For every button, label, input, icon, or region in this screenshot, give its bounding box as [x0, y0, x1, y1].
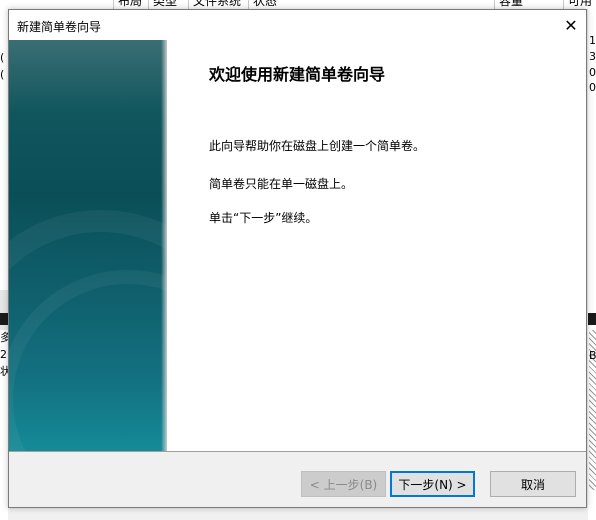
- column-layout: 布局: [113, 0, 142, 9]
- wizard-heading: 欢迎使用新建简单卷向导: [209, 65, 386, 84]
- new-simple-volume-wizard: 新建简单卷向导 ✕ 欢迎使用新建简单卷向导 此向导帮助你在磁盘上创建一个简单卷。…: [8, 9, 587, 508]
- column-status: 状态: [248, 0, 277, 9]
- column-type: 类型: [148, 0, 177, 9]
- next-button[interactable]: 下一步(N) >: [390, 471, 475, 497]
- dialog-titlebar[interactable]: 新建简单卷向导 ✕: [9, 10, 586, 40]
- column-capacity: 容量: [494, 0, 523, 9]
- wizard-banner-image: [9, 40, 167, 451]
- column-free: 可用: [563, 0, 592, 9]
- wizard-content: 欢迎使用新建简单卷向导 此向导帮助你在磁盘上创建一个简单卷。 简单卷只能在单一磁…: [9, 40, 586, 451]
- bg-fragment: 1: [589, 34, 596, 47]
- wizard-continue-text: 单击“下一步”继续。: [209, 211, 318, 225]
- dialog-title: 新建简单卷向导: [17, 20, 102, 34]
- bg-fragment: (: [0, 51, 5, 64]
- background-disk-band-right: [588, 313, 596, 325]
- back-button[interactable]: < 上一步(B): [301, 471, 386, 497]
- background-left-edge: [0, 9, 8, 520]
- bg-fragment: (: [0, 68, 5, 81]
- bg-fragment: B: [589, 349, 596, 362]
- wizard-intro-text: 此向导帮助你在磁盘上创建一个简单卷。: [209, 139, 426, 153]
- bg-fragment: 2: [0, 348, 7, 361]
- close-icon: ✕: [564, 15, 578, 35]
- wizard-note-text: 简单卷只能在单一磁盘上。: [209, 177, 354, 191]
- bg-fragment: 0: [589, 66, 596, 79]
- footer-separator: [9, 451, 586, 452]
- bg-fragment: 3: [589, 50, 596, 63]
- background-disk-band-left: [0, 313, 8, 325]
- close-button[interactable]: ✕: [556, 10, 586, 40]
- bg-fragment: 0: [589, 81, 596, 94]
- cancel-button[interactable]: 取消: [490, 471, 576, 497]
- column-filesystem: 文件系统: [188, 0, 241, 9]
